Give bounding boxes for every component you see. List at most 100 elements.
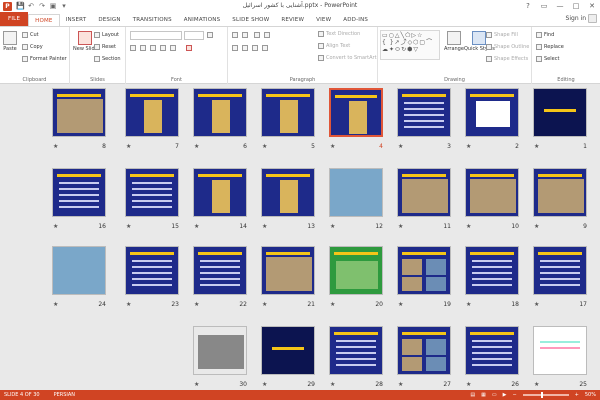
zoom-out-icon[interactable]: − bbox=[512, 392, 516, 398]
undo-icon[interactable]: ↶ bbox=[27, 2, 35, 10]
transition-star-icon[interactable]: ★ bbox=[53, 143, 58, 150]
shape-fill-button[interactable]: Shape Fill bbox=[486, 32, 518, 38]
transition-star-icon[interactable]: ★ bbox=[466, 381, 471, 388]
reading-view-icon[interactable]: ▭ bbox=[492, 392, 497, 398]
transition-star-icon[interactable]: ★ bbox=[398, 143, 403, 150]
slide-thumbnail[interactable] bbox=[397, 88, 451, 137]
ribbon-display-icon[interactable]: ▭ bbox=[536, 0, 552, 12]
maximize-button[interactable]: □ bbox=[568, 0, 584, 12]
tab-slide-show[interactable]: SLIDE SHOW bbox=[226, 14, 275, 26]
transition-star-icon[interactable]: ★ bbox=[53, 223, 58, 230]
transition-star-icon[interactable]: ★ bbox=[126, 143, 131, 150]
slide-thumbnail[interactable] bbox=[397, 326, 451, 375]
slide-thumbnail[interactable] bbox=[193, 326, 247, 375]
slide-thumbnail[interactable] bbox=[329, 326, 383, 375]
transition-star-icon[interactable]: ★ bbox=[534, 143, 539, 150]
slide-thumbnail[interactable] bbox=[397, 168, 451, 217]
slide-thumbnail[interactable] bbox=[533, 88, 587, 137]
convert-smartart-button[interactable]: Convert to SmartArt bbox=[318, 55, 377, 61]
slide-thumbnail[interactable] bbox=[193, 168, 247, 217]
transition-star-icon[interactable]: ★ bbox=[262, 301, 267, 308]
slide-thumbnail[interactable] bbox=[193, 246, 247, 295]
transition-star-icon[interactable]: ★ bbox=[534, 301, 539, 308]
font-color-button[interactable] bbox=[186, 45, 192, 51]
align-center-button[interactable] bbox=[242, 45, 248, 51]
slide-sorter[interactable]: 1 ★ 2 ★ 3 ★ 4 ★ 5 ★ 6 ★ 7 ★ 8 ★ 9 ★ 10 ★ 11 ★ 12 ★ 13 ★ 14 ★ 15 ★ 16 ★ 1… bbox=[0, 84, 600, 390]
tab-file[interactable]: FILE bbox=[0, 12, 29, 26]
account-avatar-icon[interactable] bbox=[588, 14, 597, 23]
minimize-button[interactable]: — bbox=[552, 0, 568, 12]
close-button[interactable]: ✕ bbox=[584, 0, 600, 12]
shadow-button[interactable] bbox=[160, 45, 166, 51]
tab-home[interactable]: HOME bbox=[28, 14, 60, 26]
slide-thumbnail[interactable] bbox=[465, 326, 519, 375]
start-slideshow-icon[interactable]: ▣ bbox=[49, 2, 57, 10]
slide-thumbnail[interactable] bbox=[533, 326, 587, 375]
decrease-indent-button[interactable] bbox=[254, 32, 260, 38]
transition-star-icon[interactable]: ★ bbox=[398, 301, 403, 308]
slide-thumbnail[interactable] bbox=[52, 88, 106, 137]
transition-star-icon[interactable]: ★ bbox=[534, 381, 539, 388]
slide-sorter-view-icon[interactable]: ▦ bbox=[481, 392, 486, 398]
slide-thumbnail[interactable] bbox=[465, 246, 519, 295]
tab-review[interactable]: REVIEW bbox=[275, 14, 310, 26]
transition-star-icon[interactable]: ★ bbox=[330, 301, 335, 308]
slide-thumbnail[interactable] bbox=[125, 246, 179, 295]
slide-thumbnail[interactable] bbox=[261, 246, 315, 295]
transition-star-icon[interactable]: ★ bbox=[262, 143, 267, 150]
font-size-combo[interactable] bbox=[184, 31, 204, 40]
section-button[interactable]: Section bbox=[94, 56, 121, 62]
transition-star-icon[interactable]: ★ bbox=[398, 223, 403, 230]
zoom-slider-knob[interactable] bbox=[540, 392, 543, 398]
transition-star-icon[interactable]: ★ bbox=[262, 381, 267, 388]
transition-star-icon[interactable]: ★ bbox=[126, 223, 131, 230]
redo-icon[interactable]: ↷ bbox=[38, 2, 46, 10]
numbering-button[interactable] bbox=[242, 32, 248, 38]
transition-star-icon[interactable]: ★ bbox=[126, 301, 131, 308]
slide-thumbnail[interactable] bbox=[52, 246, 106, 295]
transition-star-icon[interactable]: ★ bbox=[53, 301, 58, 308]
find-button[interactable]: Find bbox=[536, 32, 554, 38]
format-painter-button[interactable]: Format Painter bbox=[22, 56, 67, 62]
transition-star-icon[interactable]: ★ bbox=[466, 223, 471, 230]
sign-in-link[interactable]: Sign in bbox=[566, 15, 586, 22]
tab-insert[interactable]: INSERT bbox=[60, 14, 93, 26]
transition-star-icon[interactable]: ★ bbox=[194, 223, 199, 230]
slide-thumbnail[interactable] bbox=[125, 168, 179, 217]
italic-button[interactable] bbox=[140, 45, 146, 51]
slide-thumbnail[interactable] bbox=[261, 326, 315, 375]
powerpoint-icon[interactable]: P bbox=[3, 1, 12, 11]
slide-thumbnail[interactable] bbox=[261, 88, 315, 137]
slideshow-view-icon[interactable]: ▶ bbox=[503, 392, 507, 398]
transition-star-icon[interactable]: ★ bbox=[466, 143, 471, 150]
zoom-in-icon[interactable]: + bbox=[575, 392, 579, 398]
slide-thumbnail[interactable] bbox=[329, 88, 383, 137]
layout-button[interactable]: Layout bbox=[94, 32, 119, 38]
zoom-slider[interactable] bbox=[522, 392, 569, 398]
language-indicator[interactable]: PERSIAN bbox=[54, 392, 75, 398]
slide-thumbnail[interactable] bbox=[465, 168, 519, 217]
tab-view[interactable]: VIEW bbox=[310, 14, 337, 26]
transition-star-icon[interactable]: ★ bbox=[194, 143, 199, 150]
align-text-button[interactable]: Align Text bbox=[318, 43, 350, 49]
copy-button[interactable]: Copy bbox=[22, 44, 43, 50]
slide-thumbnail[interactable] bbox=[397, 246, 451, 295]
zoom-level[interactable]: 50% bbox=[585, 392, 596, 398]
transition-star-icon[interactable]: ★ bbox=[330, 381, 335, 388]
tab-add-ins[interactable]: ADD-INS bbox=[337, 14, 374, 26]
tab-animations[interactable]: ANIMATIONS bbox=[178, 14, 227, 26]
tab-transitions[interactable]: TRANSITIONS bbox=[127, 14, 178, 26]
transition-star-icon[interactable]: ★ bbox=[466, 301, 471, 308]
arrange-button[interactable]: Arrange bbox=[444, 31, 464, 52]
slide-thumbnail[interactable] bbox=[193, 88, 247, 137]
slide-thumbnail[interactable] bbox=[533, 246, 587, 295]
paste-button[interactable]: Paste bbox=[3, 31, 17, 52]
grow-font-icon[interactable] bbox=[207, 32, 213, 38]
increase-indent-button[interactable] bbox=[264, 32, 270, 38]
tab-design[interactable]: DESIGN bbox=[92, 14, 126, 26]
customize-qat-icon[interactable]: ▾ bbox=[60, 2, 68, 10]
strikethrough-button[interactable] bbox=[170, 45, 176, 51]
align-left-button[interactable] bbox=[232, 45, 238, 51]
justify-button[interactable] bbox=[262, 45, 268, 51]
slide-thumbnail[interactable] bbox=[533, 168, 587, 217]
